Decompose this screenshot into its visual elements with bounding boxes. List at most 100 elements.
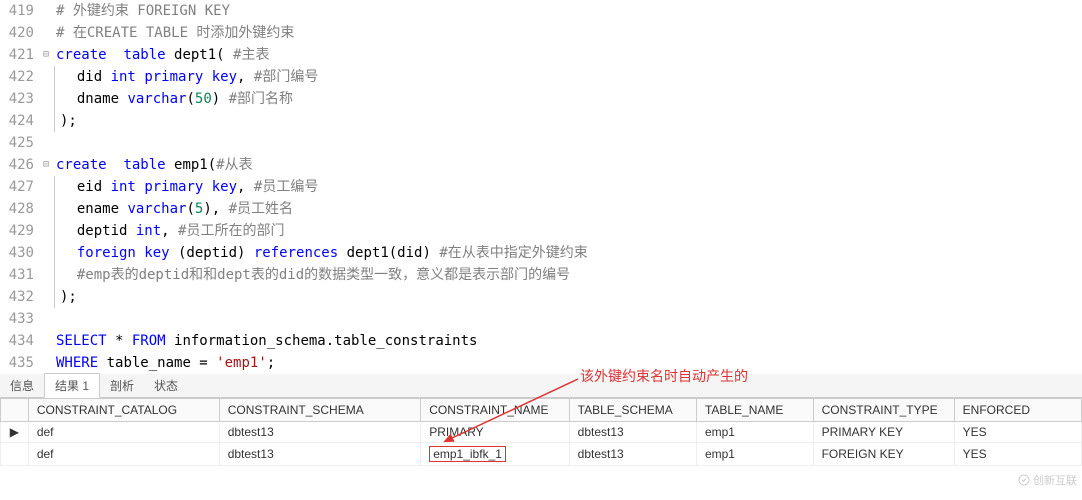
code-content[interactable]: ); — [56, 110, 77, 132]
code-content[interactable]: WHERE table_name = 'emp1'; — [52, 352, 275, 374]
code-editor[interactable]: 419 # 外键约束 FOREIGN KEY 420 # 在CREATE TABLE … — [0, 0, 1082, 374]
fold-toggle-icon — [40, 198, 52, 220]
annotation-text: 该外键约束名时自动产生的 — [580, 366, 748, 386]
table-row[interactable]: ▶defdbtest13PRIMARYdbtest13emp1PRIMARY K… — [1, 422, 1082, 443]
row-marker-icon: ▶ — [1, 422, 29, 443]
code-content[interactable]: ); — [56, 286, 77, 308]
cell[interactable]: PRIMARY — [421, 422, 569, 443]
line-number: 427 — [0, 176, 40, 198]
line-number: 421 — [0, 44, 40, 66]
code-line[interactable]: 435WHERE table_name = 'emp1'; — [0, 352, 1082, 374]
cell[interactable]: YES — [954, 422, 1081, 443]
code-line[interactable]: 425 — [0, 132, 1082, 154]
code-line[interactable]: 428 ename varchar(5), #员工姓名 — [0, 198, 1082, 220]
line-number: 424 — [0, 110, 40, 132]
line-number: 422 — [0, 66, 40, 88]
fold-toggle-icon — [40, 176, 52, 198]
cell[interactable]: def — [28, 443, 219, 466]
result-tabs: 信息结果 1剖析状态 — [0, 374, 1082, 398]
column-header[interactable]: CONSTRAINT_CATALOG — [28, 399, 219, 422]
fold-toggle-icon — [40, 330, 52, 352]
code-line[interactable]: 429 deptid int, #员工所在的部门 — [0, 220, 1082, 242]
line-number: 419 — [0, 0, 40, 22]
code-line[interactable]: 433 — [0, 308, 1082, 330]
code-line[interactable]: 422 did int primary key, #部门编号 — [0, 66, 1082, 88]
cell[interactable]: dbtest13 — [569, 443, 696, 466]
column-header[interactable]: TABLE_NAME — [696, 399, 813, 422]
fold-toggle-icon[interactable]: ⊟ — [40, 44, 52, 66]
line-number: 432 — [0, 286, 40, 308]
code-line[interactable]: 432); — [0, 286, 1082, 308]
tab-剖析[interactable]: 剖析 — [100, 374, 144, 397]
line-number: 423 — [0, 88, 40, 110]
row-marker-icon — [1, 443, 29, 466]
code-line[interactable]: 420 # 在CREATE TABLE 时添加外键约束 — [0, 22, 1082, 44]
line-number: 428 — [0, 198, 40, 220]
result-table[interactable]: CONSTRAINT_CATALOGCONSTRAINT_SCHEMACONST… — [0, 398, 1082, 466]
fold-toggle-icon — [40, 264, 52, 286]
code-line[interactable]: 426⊟create table emp1(#从表 — [0, 154, 1082, 176]
code-content[interactable] — [52, 308, 56, 330]
fold-toggle-icon — [40, 286, 52, 308]
cell[interactable]: dbtest13 — [219, 443, 421, 466]
code-content[interactable]: foreign key (deptid) references dept1(di… — [56, 242, 588, 264]
cell[interactable]: emp1 — [696, 422, 813, 443]
cell[interactable]: dbtest13 — [219, 422, 421, 443]
code-line[interactable]: 419 # 外键约束 FOREIGN KEY — [0, 0, 1082, 22]
line-number: 426 — [0, 154, 40, 176]
column-header[interactable]: TABLE_SCHEMA — [569, 399, 696, 422]
tab-状态[interactable]: 状态 — [144, 374, 188, 397]
code-content[interactable]: # 外键约束 FOREIGN KEY — [52, 0, 230, 22]
code-content[interactable] — [52, 132, 56, 154]
line-number: 429 — [0, 220, 40, 242]
cell[interactable]: FOREIGN KEY — [813, 443, 954, 466]
line-number: 420 — [0, 22, 40, 44]
column-header[interactable]: CONSTRAINT_NAME — [421, 399, 569, 422]
cell[interactable]: def — [28, 422, 219, 443]
code-line[interactable]: 427 eid int primary key, #员工编号 — [0, 176, 1082, 198]
code-content[interactable]: # 在CREATE TABLE 时添加外键约束 — [52, 22, 294, 44]
code-content[interactable]: SELECT * FROM information_schema.table_c… — [52, 330, 477, 352]
fold-toggle-icon — [40, 220, 52, 242]
fold-toggle-icon — [40, 308, 52, 330]
column-header[interactable]: CONSTRAINT_TYPE — [813, 399, 954, 422]
tab-结果 1[interactable]: 结果 1 — [44, 373, 100, 398]
row-marker-header — [1, 399, 29, 422]
code-content[interactable]: dname varchar(50) #部门名称 — [56, 88, 293, 110]
code-line[interactable]: 434 SELECT * FROM information_schema.tabl… — [0, 330, 1082, 352]
fold-toggle-icon — [40, 0, 52, 22]
code-content[interactable]: eid int primary key, #员工编号 — [56, 176, 318, 198]
code-content[interactable]: did int primary key, #部门编号 — [56, 66, 318, 88]
cell[interactable]: dbtest13 — [569, 422, 696, 443]
code-line[interactable]: 424); — [0, 110, 1082, 132]
code-content[interactable]: create table emp1(#从表 — [52, 154, 253, 176]
tab-信息[interactable]: 信息 — [0, 374, 44, 397]
code-line[interactable]: 421⊟create table dept1( #主表 — [0, 44, 1082, 66]
fold-toggle-icon[interactable]: ⊟ — [40, 154, 52, 176]
fold-toggle-icon — [40, 242, 52, 264]
line-number: 434 — [0, 330, 40, 352]
line-number: 425 — [0, 132, 40, 154]
fold-toggle-icon — [40, 88, 52, 110]
table-row[interactable]: defdbtest13emp1_ibfk_1dbtest13emp1FOREIG… — [1, 443, 1082, 466]
code-content[interactable]: deptid int, #员工所在的部门 — [56, 220, 284, 242]
line-number: 433 — [0, 308, 40, 330]
cell[interactable]: emp1_ibfk_1 — [421, 443, 569, 466]
fold-toggle-icon — [40, 110, 52, 132]
code-content[interactable]: create table dept1( #主表 — [52, 44, 269, 66]
cell[interactable]: emp1 — [696, 443, 813, 466]
watermark: 创新互联 — [1018, 472, 1077, 488]
fold-toggle-icon — [40, 352, 52, 374]
code-content[interactable]: ename varchar(5), #员工姓名 — [56, 198, 293, 220]
column-header[interactable]: ENFORCED — [954, 399, 1081, 422]
fold-toggle-icon — [40, 66, 52, 88]
column-header[interactable]: CONSTRAINT_SCHEMA — [219, 399, 421, 422]
cell[interactable]: YES — [954, 443, 1081, 466]
code-line[interactable]: 431 #emp表的deptid和和dept表的did的数据类型一致，意义都是表… — [0, 264, 1082, 286]
code-line[interactable]: 430 foreign key (deptid) references dept… — [0, 242, 1082, 264]
fold-toggle-icon — [40, 22, 52, 44]
code-line[interactable]: 423 dname varchar(50) #部门名称 — [0, 88, 1082, 110]
cell[interactable]: PRIMARY KEY — [813, 422, 954, 443]
code-content[interactable]: #emp表的deptid和和dept表的did的数据类型一致，意义都是表示部门的… — [56, 264, 570, 286]
line-number: 430 — [0, 242, 40, 264]
